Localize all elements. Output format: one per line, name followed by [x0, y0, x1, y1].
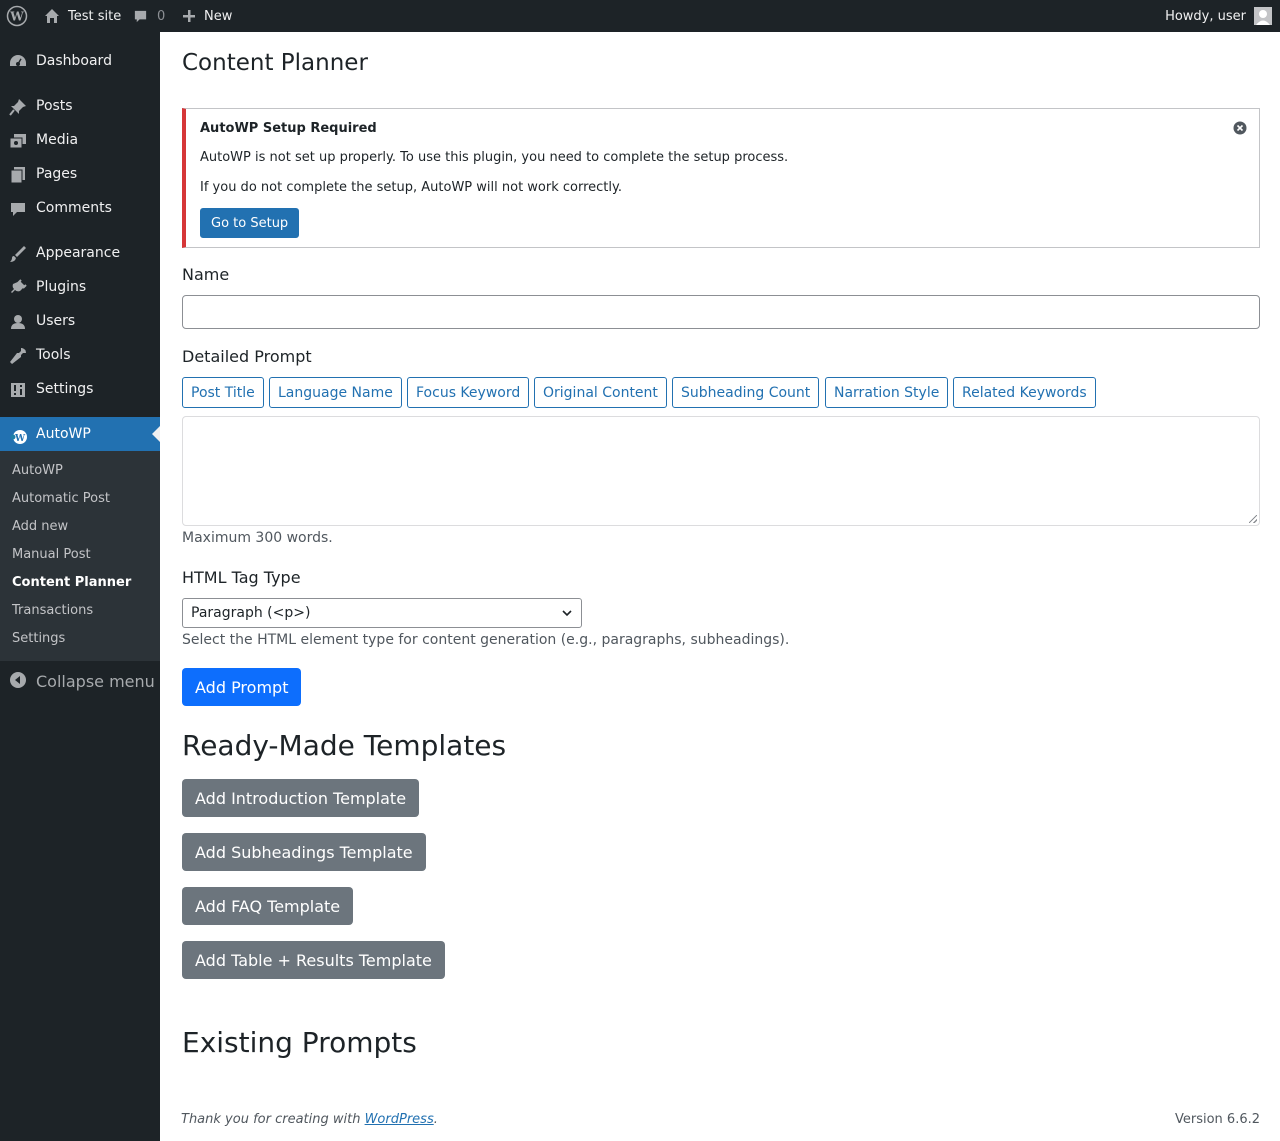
wordpress-logo-icon[interactable]: W — [6, 0, 28, 32]
sidebar-item-label: Pages — [36, 166, 78, 182]
comment-icon — [11, 203, 25, 216]
add-introduction-template-button[interactable]: Add Introduction Template — [182, 779, 420, 817]
submenu-item-content-planner[interactable]: Content Planner — [12, 575, 131, 590]
brush-icon — [10, 246, 26, 262]
sidebar-item-comments[interactable]: Comments — [0, 191, 160, 225]
setup-notice: AutoWP Setup Required AutoWP is not set … — [182, 108, 1260, 248]
submenu-item-add-new[interactable]: Add new — [12, 519, 68, 534]
chevron-down-icon — [562, 610, 572, 617]
detailed-prompt-label: Detailed Prompt — [182, 347, 312, 366]
add-prompt-button[interactable]: Add Prompt — [182, 668, 302, 706]
sidebar-item-autowp[interactable]: W AutoWP — [0, 417, 160, 451]
templates-heading: Ready-Made Templates — [182, 729, 507, 762]
pages-icon — [10, 167, 25, 184]
sidebar-item-dashboard[interactable]: Dashboard — [0, 44, 160, 78]
add-subheadings-template-button[interactable]: Add Subheadings Template — [182, 833, 426, 871]
sidebar-item-posts[interactable]: Posts — [0, 89, 160, 123]
select-value: Paragraph (<p>) — [191, 605, 311, 621]
sidebar-item-tools[interactable]: Tools — [0, 338, 160, 372]
dismiss-icon[interactable] — [1233, 121, 1247, 135]
add-faq-template-button[interactable]: Add FAQ Template — [182, 887, 354, 925]
prompt-hint: Maximum 300 words. — [182, 530, 333, 546]
name-input[interactable] — [182, 295, 1260, 329]
footer-thanks: Thank you for creating with WordPress. — [181, 1112, 438, 1127]
html-tag-type-select[interactable]: Paragraph (<p>) — [182, 598, 582, 628]
page-title: Content Planner — [182, 50, 368, 76]
footer-dot: . — [433, 1112, 438, 1127]
admin-sidebar: Dashboard Posts Media Pages Comments App… — [0, 32, 160, 1141]
sidebar-item-label: Settings — [36, 381, 94, 397]
site-name: Test site — [68, 8, 122, 24]
tag-button-language-name[interactable]: Language Name — [269, 377, 402, 408]
svg-text:W: W — [9, 10, 24, 24]
notice-title: AutoWP Setup Required — [200, 121, 377, 136]
avatar — [1254, 7, 1272, 25]
existing-prompts-heading: Existing Prompts — [182, 1026, 417, 1059]
submenu-item-settings[interactable]: Settings — [12, 631, 65, 646]
new-label: New — [204, 8, 233, 24]
sidebar-item-label: Dashboard — [36, 53, 112, 69]
collapse-icon — [10, 672, 26, 688]
submenu-item-transactions[interactable]: Transactions — [12, 603, 93, 618]
collapse-menu-button[interactable]: Collapse menu — [0, 664, 160, 698]
footer-thanks-text: Thank you for creating with — [181, 1112, 365, 1127]
sidebar-item-label: Posts — [36, 98, 73, 114]
add-table-results-template-button[interactable]: Add Table + Results Template — [182, 941, 445, 979]
settings-icon — [11, 383, 25, 397]
wrench-icon — [10, 348, 26, 364]
user-icon — [11, 315, 25, 329]
new-content-link[interactable]: New — [182, 0, 232, 32]
wordpress-icon: W — [10, 430, 27, 444]
sidebar-item-label: Media — [36, 132, 79, 148]
tag-button-post-title[interactable]: Post Title — [182, 377, 264, 408]
footer-version: Version 6.6.2 — [1174, 1112, 1260, 1127]
tag-button-narration-style[interactable]: Narration Style — [825, 377, 949, 408]
sidebar-item-label: AutoWP — [36, 426, 91, 442]
sidebar-item-label: Appearance — [36, 245, 121, 261]
sidebar-item-users[interactable]: Users — [0, 304, 160, 338]
submenu-item-autowp[interactable]: AutoWP — [12, 463, 63, 478]
submenu-item-manual-post[interactable]: Manual Post — [12, 547, 91, 562]
tag-type-hint: Select the HTML element type for content… — [182, 632, 790, 648]
detailed-prompt-textarea[interactable] — [182, 416, 1260, 526]
svg-text:W: W — [14, 434, 26, 444]
submenu-item-automatic-post[interactable]: Automatic Post — [12, 491, 110, 506]
notice-message: AutoWP is not set up properly. To use th… — [200, 150, 789, 165]
site-name-link[interactable]: Test site — [44, 0, 121, 32]
sidebar-item-plugins[interactable]: Plugins — [0, 270, 160, 304]
sidebar-item-media[interactable]: Media — [0, 123, 160, 157]
sidebar-item-pages[interactable]: Pages — [0, 157, 160, 191]
sidebar-item-label: Tools — [36, 347, 71, 363]
tag-button-related-keywords[interactable]: Related Keywords — [953, 377, 1096, 408]
wordpress-link[interactable]: WordPress — [365, 1112, 434, 1127]
go-to-setup-button[interactable]: Go to Setup — [200, 208, 300, 238]
sidebar-item-label: Users — [36, 313, 76, 329]
tag-button-subheading-count[interactable]: Subheading Count — [672, 377, 820, 408]
sidebar-item-settings[interactable]: Settings — [0, 372, 160, 406]
comments-count: 0 — [157, 8, 166, 24]
sidebar-item-appearance[interactable]: Appearance — [0, 236, 160, 270]
pin-icon — [9, 99, 26, 116]
tag-button-original-content[interactable]: Original Content — [534, 377, 667, 408]
notice-warning: If you do not complete the setup, AutoWP… — [200, 180, 622, 195]
home-icon — [45, 9, 59, 23]
tag-button-focus-keyword[interactable]: Focus Keyword — [407, 377, 530, 408]
name-label: Name — [182, 265, 230, 284]
current-menu-arrow — [152, 426, 160, 442]
howdy-text: Howdy, user — [1165, 8, 1246, 24]
collapse-label: Collapse menu — [36, 672, 155, 691]
comment-icon — [134, 10, 147, 22]
plus-icon — [183, 10, 195, 22]
resize-handle-icon[interactable] — [1249, 515, 1257, 523]
html-tag-type-label: HTML Tag Type — [182, 568, 301, 587]
autowp-submenu: AutoWP Automatic Post Add new Manual Pos… — [0, 451, 160, 661]
dashboard-icon — [10, 55, 26, 66]
sidebar-item-label: Plugins — [36, 279, 87, 295]
comments-link[interactable]: 0 — [133, 0, 165, 32]
plug-icon — [11, 279, 27, 293]
my-account-link[interactable]: Howdy, user — [1165, 0, 1272, 32]
admin-bar: W Test site 0 New Howdy, user — [0, 0, 1280, 32]
sidebar-item-label: Comments — [36, 200, 112, 216]
media-icon — [9, 134, 26, 149]
